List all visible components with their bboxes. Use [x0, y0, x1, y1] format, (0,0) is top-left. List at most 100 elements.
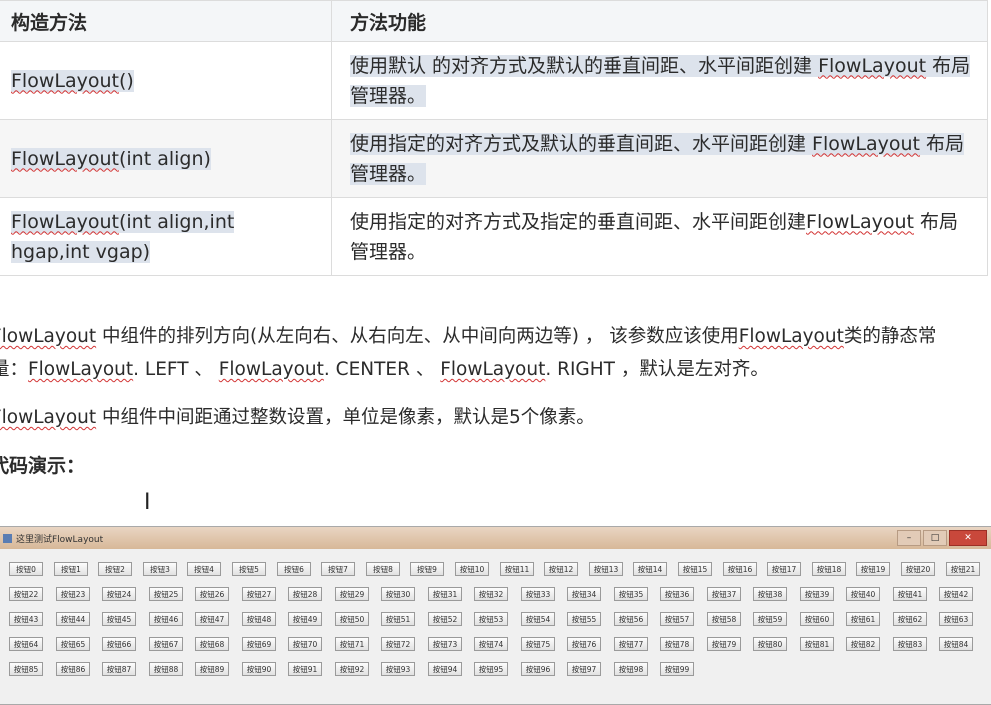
demo-button[interactable]: 按钮1 [54, 562, 88, 576]
demo-button[interactable]: 按钮19 [856, 562, 890, 576]
demo-button[interactable]: 按钮61 [846, 612, 880, 626]
demo-button[interactable]: 按钮62 [893, 612, 927, 626]
demo-button[interactable]: 按钮40 [846, 587, 880, 601]
demo-button[interactable]: 按钮6 [277, 562, 311, 576]
demo-button[interactable]: 按钮51 [381, 612, 415, 626]
demo-button[interactable]: 按钮54 [521, 612, 555, 626]
demo-button[interactable]: 按钮74 [474, 637, 508, 651]
demo-button[interactable]: 按钮45 [102, 612, 136, 626]
demo-button[interactable]: 按钮33 [521, 587, 555, 601]
demo-button[interactable]: 按钮64 [9, 637, 43, 651]
demo-button[interactable]: 按钮57 [660, 612, 694, 626]
demo-button[interactable]: 按钮35 [614, 587, 648, 601]
demo-button[interactable]: 按钮90 [242, 662, 276, 676]
demo-button[interactable]: 按钮69 [242, 637, 276, 651]
demo-button[interactable]: 按钮67 [149, 637, 183, 651]
demo-button[interactable]: 按钮65 [56, 637, 90, 651]
demo-button[interactable]: 按钮87 [102, 662, 136, 676]
demo-button[interactable]: 按钮12 [544, 562, 578, 576]
demo-button[interactable]: 按钮27 [242, 587, 276, 601]
demo-button[interactable]: 按钮81 [800, 637, 834, 651]
demo-button[interactable]: 按钮39 [800, 587, 834, 601]
demo-button[interactable]: 按钮73 [428, 637, 462, 651]
demo-button[interactable]: 按钮82 [846, 637, 880, 651]
demo-button[interactable]: 按钮25 [149, 587, 183, 601]
demo-button[interactable]: 按钮49 [288, 612, 322, 626]
demo-button[interactable]: 按钮8 [366, 562, 400, 576]
demo-button[interactable]: 按钮68 [195, 637, 229, 651]
demo-button[interactable]: 按钮58 [707, 612, 741, 626]
demo-button[interactable]: 按钮80 [753, 637, 787, 651]
demo-button[interactable]: 按钮84 [939, 637, 973, 651]
demo-button[interactable]: 按钮95 [474, 662, 508, 676]
demo-button[interactable]: 按钮18 [812, 562, 846, 576]
demo-button[interactable]: 按钮29 [335, 587, 369, 601]
demo-button[interactable]: 按钮34 [567, 587, 601, 601]
demo-button[interactable]: 按钮9 [410, 562, 444, 576]
demo-button[interactable]: 按钮72 [381, 637, 415, 651]
demo-button[interactable]: 按钮77 [614, 637, 648, 651]
demo-button[interactable]: 按钮55 [567, 612, 601, 626]
demo-button[interactable]: 按钮24 [102, 587, 136, 601]
demo-button[interactable]: 按钮46 [149, 612, 183, 626]
demo-button[interactable]: 按钮23 [56, 587, 90, 601]
window-titlebar[interactable]: 这里测试FlowLayout [0, 527, 991, 549]
demo-button[interactable]: 按钮48 [242, 612, 276, 626]
demo-button[interactable]: 按钮22 [9, 587, 43, 601]
demo-button[interactable]: 按钮3 [143, 562, 177, 576]
demo-button[interactable]: 按钮17 [767, 562, 801, 576]
demo-button[interactable]: 按钮96 [521, 662, 555, 676]
demo-button[interactable]: 按钮41 [893, 587, 927, 601]
demo-button[interactable]: 按钮94 [428, 662, 462, 676]
demo-button[interactable]: 按钮30 [381, 587, 415, 601]
demo-button[interactable]: 按钮28 [288, 587, 322, 601]
demo-button[interactable]: 按钮85 [9, 662, 43, 676]
minimize-icon[interactable]: – [897, 530, 921, 546]
demo-button[interactable]: 按钮14 [633, 562, 667, 576]
demo-button[interactable]: 按钮0 [9, 562, 43, 576]
demo-button[interactable]: 按钮15 [678, 562, 712, 576]
demo-button[interactable]: 按钮56 [614, 612, 648, 626]
demo-button[interactable]: 按钮92 [335, 662, 369, 676]
demo-button[interactable]: 按钮43 [9, 612, 43, 626]
demo-button[interactable]: 按钮98 [614, 662, 648, 676]
demo-button[interactable]: 按钮79 [707, 637, 741, 651]
demo-button[interactable]: 按钮89 [195, 662, 229, 676]
demo-button[interactable]: 按钮91 [288, 662, 322, 676]
demo-button[interactable]: 按钮42 [939, 587, 973, 601]
demo-button[interactable]: 按钮38 [753, 587, 787, 601]
demo-button[interactable]: 按钮99 [660, 662, 694, 676]
demo-button[interactable]: 按钮37 [707, 587, 741, 601]
demo-button[interactable]: 按钮5 [232, 562, 266, 576]
demo-button[interactable]: 按钮16 [723, 562, 757, 576]
demo-button[interactable]: 按钮20 [901, 562, 935, 576]
demo-button[interactable]: 按钮70 [288, 637, 322, 651]
demo-button[interactable]: 按钮97 [567, 662, 601, 676]
demo-button[interactable]: 按钮32 [474, 587, 508, 601]
maximize-icon[interactable]: □ [923, 530, 947, 546]
demo-button[interactable]: 按钮50 [335, 612, 369, 626]
demo-button[interactable]: 按钮52 [428, 612, 462, 626]
demo-button[interactable]: 按钮36 [660, 587, 694, 601]
demo-button[interactable]: 按钮60 [800, 612, 834, 626]
demo-button[interactable]: 按钮59 [753, 612, 787, 626]
demo-button[interactable]: 按钮7 [321, 562, 355, 576]
demo-button[interactable]: 按钮78 [660, 637, 694, 651]
demo-button[interactable]: 按钮47 [195, 612, 229, 626]
demo-button[interactable]: 按钮11 [500, 562, 534, 576]
demo-button[interactable]: 按钮75 [521, 637, 555, 651]
demo-button[interactable]: 按钮21 [946, 562, 980, 576]
demo-button[interactable]: 按钮26 [195, 587, 229, 601]
demo-button[interactable]: 按钮66 [102, 637, 136, 651]
demo-button[interactable]: 按钮44 [56, 612, 90, 626]
demo-button[interactable]: 按钮76 [567, 637, 601, 651]
demo-button[interactable]: 按钮4 [187, 562, 221, 576]
close-icon[interactable]: ✕ [949, 530, 987, 546]
demo-button[interactable]: 按钮88 [149, 662, 183, 676]
demo-button[interactable]: 按钮93 [381, 662, 415, 676]
demo-button[interactable]: 按钮53 [474, 612, 508, 626]
demo-button[interactable]: 按钮13 [589, 562, 623, 576]
demo-button[interactable]: 按钮31 [428, 587, 462, 601]
demo-button[interactable]: 按钮71 [335, 637, 369, 651]
demo-button[interactable]: 按钮86 [56, 662, 90, 676]
